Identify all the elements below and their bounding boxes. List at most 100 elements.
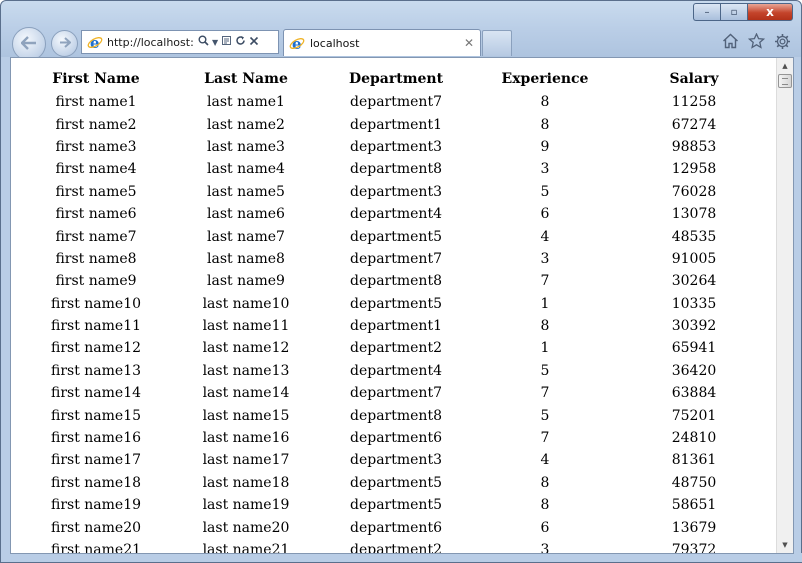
cell-experience: 8 [540, 94, 550, 111]
compatibility-icon[interactable] [221, 35, 232, 49]
cell-experience: 1 [540, 340, 550, 357]
address-text[interactable]: http://localhost: [107, 36, 195, 49]
scroll-down-arrow-icon[interactable]: ▼ [777, 537, 793, 553]
cell-experience: 4 [540, 452, 550, 469]
cell-experience: 8 [540, 497, 550, 514]
cell-salary: 58651 [671, 497, 717, 514]
tab-localhost[interactable]: e localhost ✕ [283, 29, 481, 56]
cell-salary: 48750 [671, 474, 717, 491]
cell-department: department6 [350, 430, 442, 447]
cell-last-name: last name9 [207, 273, 285, 290]
table-row: first name15 last name15 department8 5 75201 [20, 404, 770, 426]
cell-salary: 30392 [671, 318, 717, 335]
cell-first-name: first name19 [50, 497, 142, 514]
cell-salary: 65941 [671, 340, 717, 357]
search-icon[interactable] [198, 35, 209, 49]
cell-last-name: last name19 [202, 497, 290, 514]
ie-logo-icon: e [288, 34, 306, 52]
table-row: first name6 last name6 department4 6 13078 [20, 203, 770, 225]
close-tab-icon[interactable]: ✕ [464, 36, 474, 50]
maximize-button[interactable]: ▫ [720, 3, 747, 21]
refresh-icon[interactable] [235, 35, 246, 49]
table-row: first name21 last name21 department2 3 79372 [20, 539, 770, 554]
cell-salary: 67274 [671, 116, 717, 133]
cell-experience: 3 [540, 542, 550, 554]
cell-department: department5 [350, 295, 442, 312]
cell-last-name: last name11 [202, 318, 290, 335]
table-row: first name18 last name18 department5 8 48750 [20, 472, 770, 494]
cell-experience: 5 [540, 362, 550, 379]
cell-department: department7 [350, 250, 442, 267]
cell-first-name: first name11 [50, 318, 142, 335]
cell-department: department4 [350, 362, 442, 379]
cell-salary: 91005 [671, 250, 717, 267]
cell-last-name: last name14 [202, 385, 290, 402]
cell-last-name: last name7 [207, 228, 285, 245]
cell-experience: 3 [540, 161, 550, 178]
cell-experience: 6 [540, 206, 550, 223]
cell-salary: 24810 [671, 430, 717, 447]
back-arrow-icon [20, 34, 37, 55]
close-window-button[interactable]: x [747, 3, 793, 21]
table-header-row: First Name Last Name Department Experien… [20, 67, 770, 91]
cell-experience: 8 [540, 116, 550, 133]
cell-salary: 98853 [671, 138, 717, 155]
vertical-scrollbar[interactable]: ▲ ▼ [776, 58, 793, 553]
cell-last-name: last name18 [202, 474, 290, 491]
table-row: first name7 last name7 department5 4 48535 [20, 225, 770, 247]
scroll-thumb[interactable] [778, 74, 792, 88]
cell-salary: 75201 [671, 407, 717, 424]
scroll-up-arrow-icon[interactable]: ▲ [777, 58, 793, 74]
frame-bottom [1, 553, 802, 562]
cell-experience: 8 [540, 474, 550, 491]
home-icon[interactable] [721, 32, 739, 50]
browser-window: – ▫ x e http://localhost: ▼ e localhost … [0, 0, 802, 563]
table-row: first name14 last name14 department7 7 63884 [20, 382, 770, 404]
command-icons [721, 32, 791, 50]
table-row: first name5 last name5 department3 5 76028 [20, 181, 770, 203]
cell-department: department4 [350, 206, 442, 223]
cell-first-name: first name20 [50, 519, 142, 536]
table-row: first name11 last name11 department1 8 30392 [20, 315, 770, 337]
cell-first-name: first name4 [55, 161, 137, 178]
cell-last-name: last name21 [202, 542, 290, 554]
forward-arrow-icon [59, 36, 71, 52]
cell-department: department1 [350, 116, 442, 133]
favorites-star-icon[interactable] [747, 32, 765, 50]
minimize-button[interactable]: – [693, 3, 720, 21]
cell-first-name: first name1 [55, 94, 137, 111]
cell-first-name: first name5 [55, 183, 137, 200]
stop-icon[interactable] [249, 36, 259, 49]
cell-experience: 3 [540, 250, 550, 267]
cell-last-name: last name5 [207, 183, 285, 200]
cell-department: department8 [350, 161, 442, 178]
table-body: first name1 last name1 department7 8 11258 fi… [20, 91, 770, 554]
cell-experience: 5 [540, 407, 550, 424]
address-bar[interactable]: e http://localhost: ▼ [81, 30, 279, 54]
cell-last-name: last name12 [202, 340, 290, 357]
cell-salary: 76028 [671, 183, 717, 200]
dropdown-arrow-icon[interactable]: ▼ [212, 38, 218, 47]
cell-department: department3 [350, 452, 442, 469]
tools-gear-icon[interactable] [773, 32, 791, 50]
cell-first-name: first name13 [50, 362, 142, 379]
page-content: First Name Last Name Department Experien… [10, 57, 794, 554]
tab-title: localhost [310, 36, 360, 50]
cell-last-name: last name3 [207, 138, 285, 155]
forward-button[interactable] [51, 30, 78, 57]
back-button[interactable] [12, 27, 46, 61]
cell-first-name: first name8 [55, 250, 137, 267]
frame-left [1, 57, 10, 554]
cell-department: department7 [350, 94, 442, 111]
new-tab-button[interactable] [482, 30, 512, 56]
cell-salary: 13679 [671, 519, 717, 536]
cell-last-name: last name10 [202, 295, 290, 312]
cell-first-name: first name3 [55, 138, 137, 155]
cell-salary: 63884 [671, 385, 717, 402]
cell-department: department6 [350, 519, 442, 536]
cell-last-name: last name20 [202, 519, 290, 536]
column-header-first-name: First Name [52, 71, 140, 87]
cell-last-name: last name16 [202, 430, 290, 447]
table-row: first name13 last name13 department4 5 36420 [20, 360, 770, 382]
cell-first-name: first name6 [55, 206, 137, 223]
